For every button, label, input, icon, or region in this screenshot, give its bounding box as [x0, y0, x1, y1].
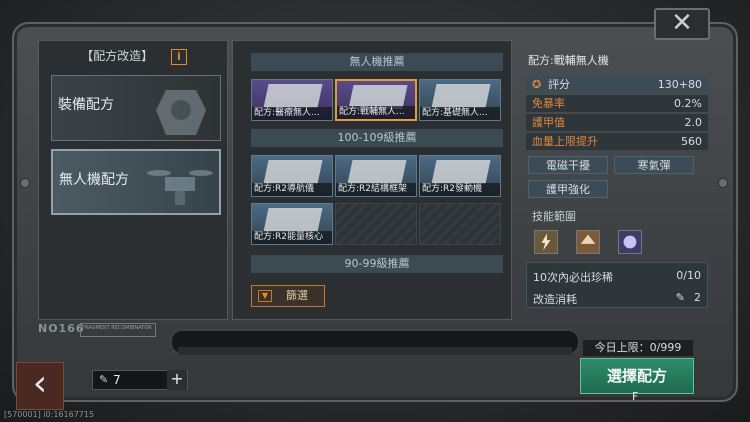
part-icon	[347, 160, 407, 184]
stat-value: 130+80	[657, 78, 702, 91]
user-id: [570001] i0:16167715	[4, 410, 95, 419]
tab-label: 裝備配方	[58, 97, 114, 113]
serial-stamp: NO166	[38, 322, 85, 335]
chevron-left-icon: ‹	[32, 363, 48, 404]
drone-skill-icon[interactable]	[618, 230, 642, 254]
stat-row: 護甲值 2.0	[526, 114, 708, 131]
pen-icon: ✎	[675, 291, 685, 304]
hotkey-hint: F	[632, 390, 639, 403]
stat-row: ✪ 評分 130+80	[526, 76, 708, 93]
recipe-list-panel: 無人機推薦 配方:醫療無人... 配方:戰輔無人... 配方:基礎無人... 1…	[232, 40, 512, 320]
card-label: 配方:R2導航儀	[252, 183, 332, 196]
tab-drone-recipe[interactable]: 無人機配方	[51, 149, 221, 215]
quantity-value: 7	[113, 373, 121, 387]
skill-tag: 護甲強化	[528, 180, 608, 198]
section-header: 無人機推薦	[251, 53, 503, 71]
daily-limit: 今日上限：0/999	[583, 340, 693, 356]
armor-icon	[156, 90, 206, 135]
plus-button[interactable]: +	[167, 370, 187, 390]
part-icon	[431, 160, 491, 184]
quantity-stepper[interactable]: ✎ 7 +	[92, 370, 188, 390]
info-value: 2	[694, 291, 701, 304]
section-header: 100-109級推薦	[251, 129, 503, 147]
reforge-info-box: 10次內必出珍稀 0/10 改造消耗 ✎ 2	[526, 262, 708, 308]
recipe-card-r2-navigator[interactable]: 配方:R2導航儀	[251, 155, 333, 197]
drone-icon	[147, 170, 213, 205]
stat-key: 免暴率	[532, 97, 565, 110]
recipe-slot-track	[178, 347, 572, 355]
info-icon[interactable]: i	[170, 49, 187, 65]
info-key: 10次內必出珍稀	[533, 271, 613, 284]
filter-button[interactable]: ▼ 篩選	[251, 285, 325, 307]
stat-value: 0.2%	[674, 97, 702, 110]
shield-skill-icon[interactable]	[576, 230, 600, 254]
filter-label: 篩選	[286, 289, 308, 302]
stat-key: 護甲值	[532, 116, 565, 129]
stat-key: 血量上限提升	[532, 135, 598, 148]
empty-slot	[419, 203, 501, 245]
recipe-card-support-drone[interactable]: 配方:戰輔無人...	[335, 79, 417, 121]
serial-plate: FRAGMENT RECOMBINATOR	[80, 323, 156, 337]
lightning-skill-icon[interactable]	[534, 230, 558, 254]
card-label: 配方:醫療無人...	[252, 107, 332, 120]
empty-slot	[335, 203, 417, 245]
recipe-card-r2-core[interactable]: 配方:R2能量核心	[251, 203, 333, 245]
recipe-card-medical-drone[interactable]: 配方:醫療無人...	[251, 79, 333, 121]
card-label: 配方:R2發動機	[420, 183, 500, 196]
score-icon: ✪	[532, 78, 542, 91]
skill-tag: 電磁干擾	[528, 156, 608, 174]
part-icon	[263, 208, 323, 232]
info-value: 0/10	[676, 269, 701, 282]
card-label: 配方:R2結構框架	[336, 183, 416, 196]
tab-label: 無人機配方	[59, 172, 129, 188]
skill-tag: 寒氣彈	[614, 156, 694, 174]
card-label: 配方:戰輔無人...	[337, 106, 415, 119]
recipe-category-panel: 【配方改造】 i 裝備配方 無人機配方	[38, 40, 228, 320]
bolt-icon	[718, 178, 728, 188]
chevron-down-icon: ▼	[258, 290, 272, 302]
stat-value: 560	[681, 135, 702, 148]
recipe-card-r2-engine[interactable]: 配方:R2發動機	[419, 155, 501, 197]
section-header: 90-99級推薦	[251, 255, 503, 273]
panel-title-text: 【配方改造】	[81, 49, 154, 63]
pen-icon: ✎	[99, 373, 109, 386]
drone-icon	[431, 84, 491, 108]
info-key: 改造消耗	[533, 293, 577, 306]
skill-range-title: 技能範圍	[532, 210, 576, 223]
recipe-detail-panel: 配方:戰輔無人機 ✪ 評分 130+80 免暴率 0.2% 護甲值 2.0 血量上限提升…	[520, 40, 712, 320]
stat-value: 2.0	[684, 116, 703, 129]
close-button[interactable]: ✕	[654, 8, 710, 40]
card-label: 配方:R2能量核心	[252, 231, 332, 244]
stat-key: 評分	[548, 78, 570, 91]
part-icon	[263, 160, 323, 184]
recipe-card-r2-frame[interactable]: 配方:R2結構框架	[335, 155, 417, 197]
recipe-card-basic-drone[interactable]: 配方:基礎無人...	[419, 79, 501, 121]
drone-icon	[263, 84, 323, 108]
recipe-title: 配方:戰輔無人機	[528, 54, 609, 67]
bolt-icon	[20, 178, 30, 188]
panel-title: 【配方改造】 i	[39, 47, 229, 65]
stat-row: 血量上限提升 560	[526, 133, 708, 150]
stat-row: 免暴率 0.2%	[526, 95, 708, 112]
choose-recipe-button[interactable]: 選擇配方	[580, 358, 694, 394]
tab-equipment-recipe[interactable]: 裝備配方	[51, 75, 221, 141]
close-icon: ✕	[671, 8, 693, 38]
card-label: 配方:基礎無人...	[420, 107, 500, 120]
back-button[interactable]: ‹	[16, 362, 64, 410]
